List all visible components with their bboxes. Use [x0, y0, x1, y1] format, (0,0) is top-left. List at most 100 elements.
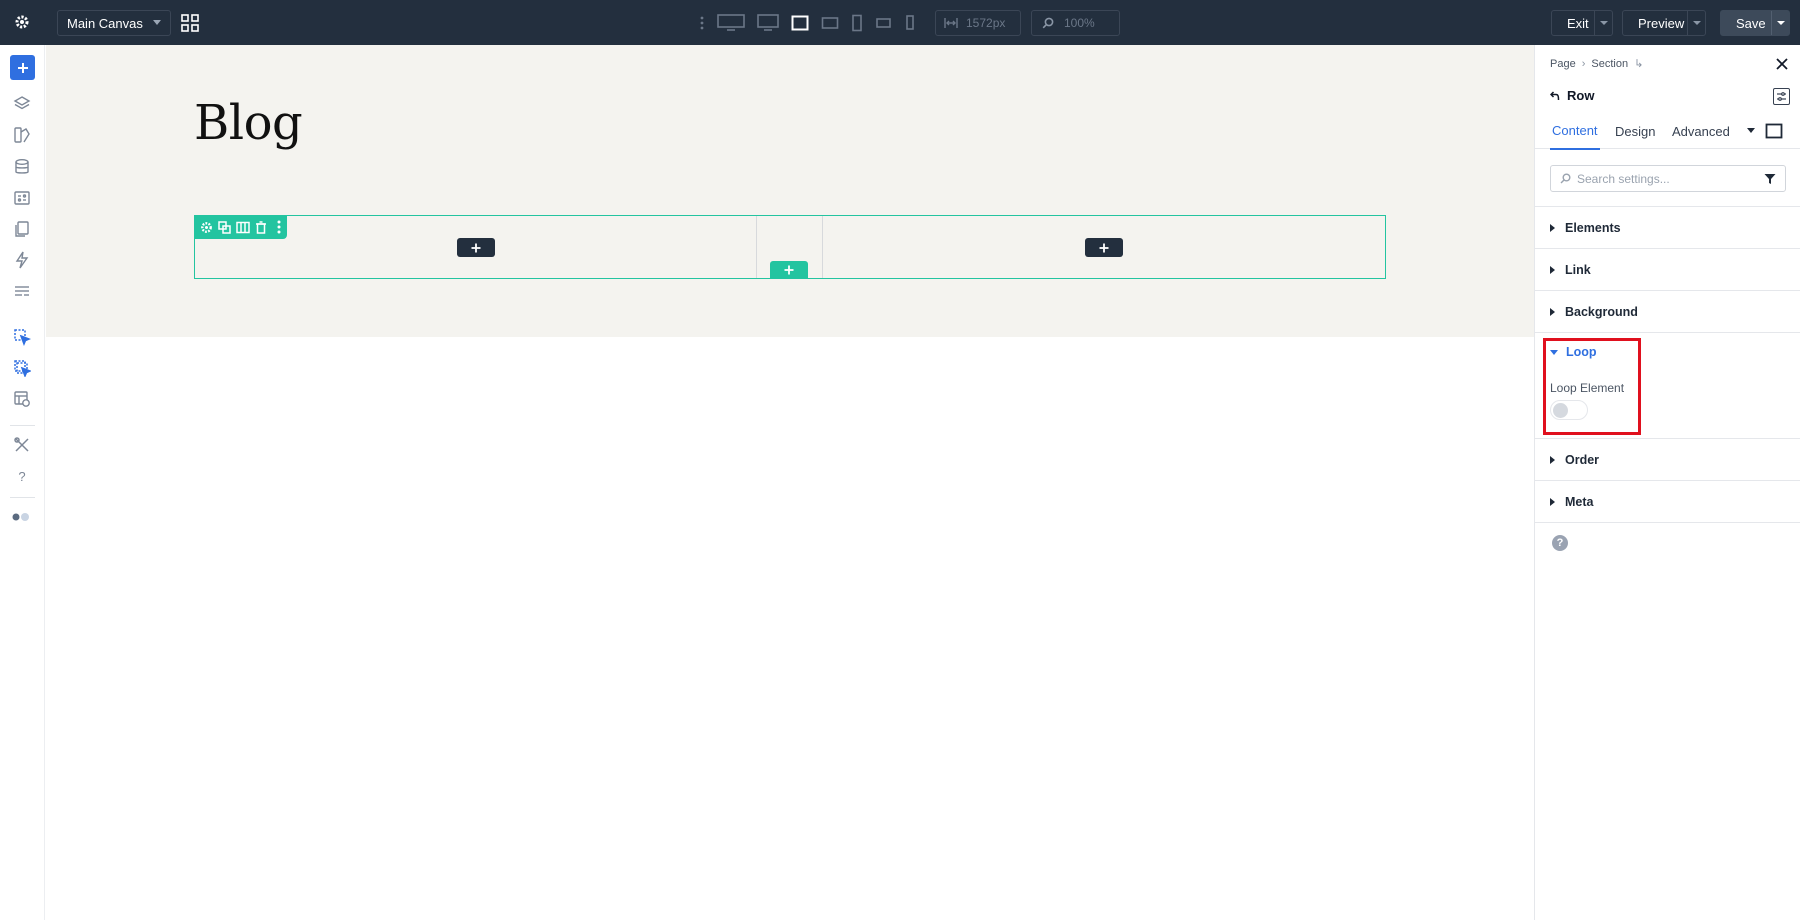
accordion-label: Meta: [1565, 494, 1594, 509]
page-section[interactable]: Blog: [46, 45, 1534, 337]
caret-right-icon: [1550, 455, 1555, 464]
zoom-field[interactable]: 100%: [1031, 10, 1120, 36]
row-settings-gear-icon[interactable]: [199, 219, 214, 235]
accordion-label: Background: [1565, 304, 1638, 319]
accordion-label: Order: [1565, 452, 1600, 467]
zoom-value: 100%: [1064, 16, 1095, 30]
dynamic-content-icon[interactable]: [11, 187, 33, 209]
plus-icon: [17, 62, 28, 73]
accordion-elements[interactable]: Elements: [1535, 207, 1800, 249]
layouts-grid-icon[interactable]: [180, 13, 200, 33]
laptop-view-icon[interactable]: [788, 10, 812, 36]
phone-landscape-view-icon[interactable]: [872, 10, 896, 36]
add-element-button[interactable]: [10, 55, 35, 80]
sidebar-divider: [10, 497, 35, 498]
breadcrumb: Page › Section ↳: [1550, 57, 1643, 71]
tab-content[interactable]: Content: [1550, 113, 1600, 150]
database-icon[interactable]: [11, 156, 33, 178]
exit-label: Exit: [1567, 15, 1589, 31]
responsive-view-switcher: [696, 10, 918, 36]
blog-heading[interactable]: Blog: [194, 95, 303, 151]
accordion-label: Loop: [1566, 345, 1597, 359]
tab-design[interactable]: Design: [1615, 113, 1655, 149]
caret-right-icon: [1550, 307, 1555, 316]
tablet-landscape-view-icon[interactable]: [818, 10, 842, 36]
settings-gear-icon[interactable]: [10, 10, 34, 34]
layers-icon[interactable]: [11, 93, 33, 115]
tabs-dropdown-icon[interactable]: [1747, 113, 1755, 149]
tablet-portrait-view-icon[interactable]: [848, 10, 866, 36]
caret-right-icon: [1550, 265, 1555, 274]
widescreen-view-icon[interactable]: [714, 10, 748, 36]
tools-icon[interactable]: [11, 434, 33, 456]
global-styles-icon[interactable]: [11, 280, 33, 302]
plus-icon: [784, 265, 794, 275]
search-settings-input[interactable]: Search settings...: [1550, 165, 1786, 192]
interactions-lightning-icon[interactable]: [11, 249, 33, 271]
accordion-link[interactable]: Link: [1535, 249, 1800, 291]
breadcrumb-page[interactable]: Page: [1550, 58, 1576, 70]
caret-right-icon: [1550, 223, 1555, 232]
duplicate-row-icon[interactable]: [217, 219, 232, 235]
accordion-label: Elements: [1565, 220, 1621, 235]
column-2[interactable]: [822, 216, 1385, 278]
settings-panel: Page › Section ↳ Row Content Design Adva…: [1534, 45, 1800, 920]
theme-templates-cursor-icon[interactable]: [11, 357, 33, 379]
phone-portrait-view-icon[interactable]: [902, 10, 918, 36]
canvas-width-field[interactable]: 1572px: [935, 10, 1021, 36]
element-frame-icon[interactable]: [1765, 113, 1783, 149]
breadcrumb-section[interactable]: Section: [1591, 58, 1628, 70]
zoom-search-icon: [1042, 17, 1054, 29]
row-toolbar: [194, 215, 287, 239]
save-dropdown-icon[interactable]: [1771, 11, 1789, 35]
loop-element-toggle[interactable]: [1550, 400, 1588, 420]
exit-dropdown-icon[interactable]: [1594, 11, 1612, 35]
add-row-button[interactable]: [770, 261, 808, 279]
preview-button[interactable]: Preview: [1622, 10, 1706, 36]
help-icon[interactable]: ?: [11, 465, 33, 487]
editor-canvas: Blog: [46, 45, 1534, 920]
column-structure-icon[interactable]: [235, 219, 250, 235]
save-label: Save: [1736, 15, 1766, 31]
preview-label: Preview: [1638, 15, 1685, 31]
top-toolbar: Main Canvas 1572px 100% Exit Preview Sav…: [0, 0, 1800, 45]
caret-down-icon: [1550, 349, 1558, 355]
theme-builder-cursor-icon[interactable]: [11, 326, 33, 348]
tab-advanced[interactable]: Advanced: [1672, 113, 1730, 149]
delete-row-trash-icon[interactable]: [254, 219, 269, 235]
accordion-loop[interactable]: Loop: [1550, 345, 1597, 359]
plus-icon: [471, 243, 481, 252]
exit-button[interactable]: Exit: [1551, 10, 1613, 36]
template-settings-icon[interactable]: [11, 388, 33, 410]
sidebar-divider: [10, 425, 35, 426]
add-module-button[interactable]: [1085, 238, 1123, 257]
search-placeholder: Search settings...: [1577, 171, 1670, 186]
element-name: Row: [1567, 88, 1595, 103]
caret-right-icon: [1550, 497, 1555, 506]
help-question-icon[interactable]: ?: [1552, 535, 1568, 551]
more-views-icon[interactable]: [696, 10, 708, 36]
close-panel-icon[interactable]: [1774, 56, 1790, 72]
chevron-down-icon: [153, 20, 161, 25]
accordion-meta[interactable]: Meta: [1535, 481, 1800, 523]
panel-options-icon[interactable]: [1773, 88, 1790, 105]
preview-dropdown-icon[interactable]: [1687, 11, 1705, 35]
pages-icon[interactable]: [11, 218, 33, 240]
mode-toggle-icon[interactable]: [11, 506, 33, 528]
row-more-options-icon[interactable]: [272, 219, 287, 235]
desktop-view-icon[interactable]: [754, 10, 782, 36]
toggle-knob: [1553, 403, 1568, 418]
canvas-selector[interactable]: Main Canvas: [57, 10, 171, 36]
add-module-button[interactable]: [457, 238, 495, 257]
left-sidebar: ?: [0, 45, 45, 920]
filter-icon[interactable]: [1764, 173, 1776, 185]
accordion-background[interactable]: Background: [1535, 291, 1800, 333]
back-arrow-icon[interactable]: [1550, 90, 1560, 101]
design-library-icon[interactable]: [11, 124, 33, 146]
width-resize-icon: [944, 18, 958, 28]
element-header: Row: [1550, 88, 1594, 103]
search-icon: [1560, 173, 1571, 184]
save-button[interactable]: Save: [1720, 10, 1790, 36]
accordion-order[interactable]: Order: [1535, 439, 1800, 481]
chevron-right-icon: ›: [1581, 57, 1586, 70]
